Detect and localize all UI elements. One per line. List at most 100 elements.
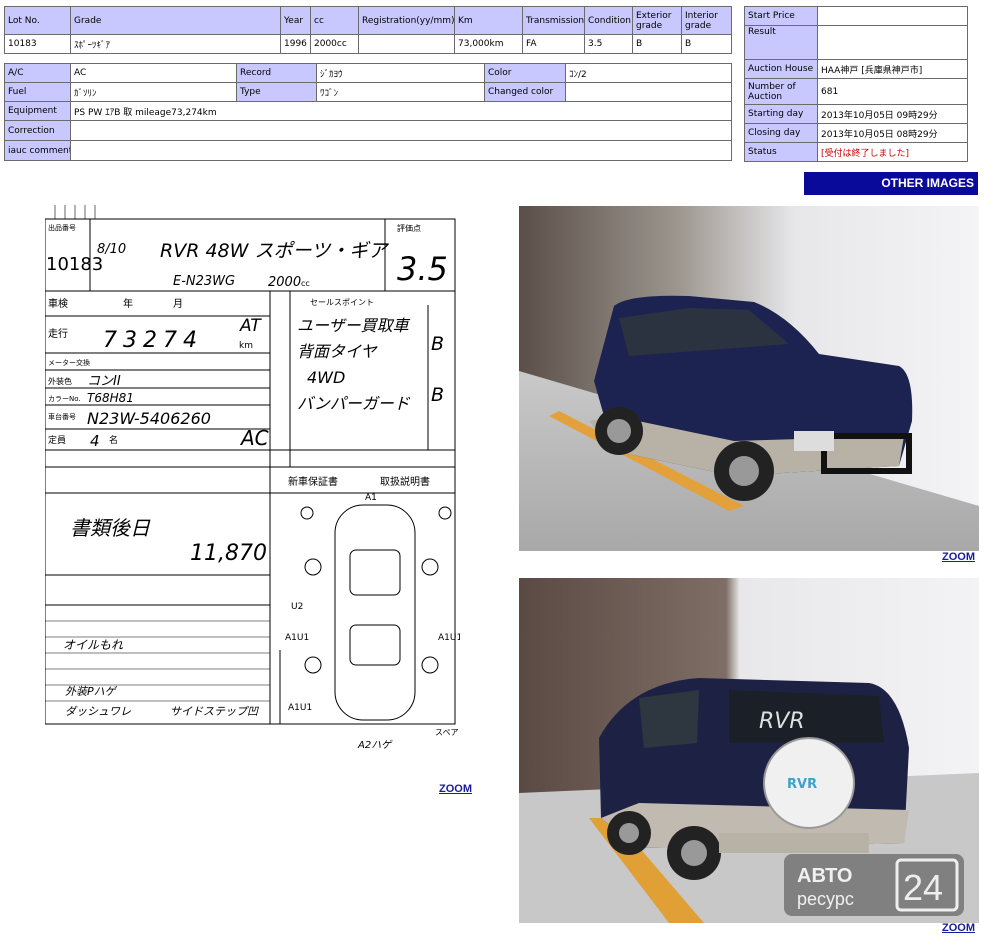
km-header: Km — [454, 6, 523, 35]
type-value: ﾜｺﾞﾝ — [316, 82, 485, 102]
result-label: Result — [744, 25, 818, 60]
sheet-cc: 2000 — [268, 275, 301, 290]
zoom-rear-photo-link[interactable]: ZOOM — [942, 922, 975, 934]
fuel-label: Fuel — [4, 82, 71, 102]
sheet-color-no: T68H81 — [87, 391, 134, 405]
sheet-remark-4: サイドステップ凹 — [170, 705, 259, 718]
km-value: 73,000km — [454, 34, 523, 54]
watermark-number: 24 — [903, 867, 943, 908]
fuel-value: ｶﾞｿﾘﾝ — [70, 82, 237, 102]
exterior-grade-header: Exterior grade — [632, 6, 682, 35]
record-value: ｼﾞｶﾖｳ — [316, 63, 485, 83]
diagram-mark-6: A2ハゲ — [357, 739, 393, 751]
changed-color-value — [565, 82, 732, 102]
iauc-comment-value — [70, 140, 732, 161]
year-value: 1996 — [280, 34, 311, 54]
watermark-text-top: АВТО — [797, 865, 852, 887]
color-value: ｺﾝ/2 — [565, 63, 732, 83]
transmission-value: FA — [522, 34, 585, 54]
start-price-value — [817, 6, 968, 26]
lot-no-header: Lot No. — [4, 6, 71, 35]
equipment-value: PS PW ｴｱB 取 mileage73,274km — [70, 101, 732, 121]
sheet-note: 書類後日 — [70, 516, 151, 540]
sheet-meter-label: メーター交換 — [48, 358, 90, 367]
sheet-mileage-label: 走行 — [48, 327, 68, 340]
closing-day-label: Closing day — [744, 123, 818, 143]
sheet-lot-label: 出品番号 — [48, 223, 76, 232]
sheet-year-label: 年 — [123, 297, 133, 310]
zoom-sheet-link[interactable]: ZOOM — [439, 783, 472, 795]
transmission-header: Transmission — [522, 6, 585, 35]
spare-cover-logo: RVR — [787, 777, 817, 792]
sheet-date: 8/10 — [97, 242, 126, 257]
diagram-spare: スペア — [435, 728, 458, 737]
sheet-point-1: ユーザー買取車 — [297, 316, 411, 335]
watermark-text-bottom: ресурс — [797, 889, 854, 909]
registration-value — [358, 34, 455, 54]
starting-day-label: Starting day — [744, 104, 818, 124]
changed-color-label: Changed color — [484, 82, 566, 102]
sheet-sales-point-label: セールスポイント — [310, 298, 374, 307]
sheet-capacity: 4 — [90, 432, 100, 450]
diagram-mark-5: A1U1 — [288, 703, 312, 713]
sheet-remark-1: オイルもれ — [63, 638, 124, 652]
sheet-exterior-color: コンII — [87, 374, 121, 389]
other-images-button[interactable]: OTHER IMAGES — [804, 172, 978, 195]
lot-no-value: 10183 — [4, 34, 71, 54]
number-of-auction-value: 681 — [817, 78, 968, 105]
sheet-capacity-label: 定員 — [48, 434, 66, 446]
correction-value — [70, 120, 732, 141]
sheet-grade-exterior: B — [431, 333, 444, 355]
sheet-frame-label: 車台番号 — [48, 412, 76, 421]
sheet-model-code: E-N23WG — [173, 274, 235, 289]
status-label: Status — [744, 142, 818, 162]
sheet-shaken-label: 車検 — [48, 297, 68, 310]
year-header: Year — [280, 6, 311, 35]
auction-info-table: Start Price Result Auction House HAA神戸 [… — [744, 6, 968, 162]
sheet-recycle-fee: 11,870 — [190, 541, 267, 566]
auction-sheet-image[interactable]: 出品番号 10183 8/10 RVR 48W スポーツ・ギア E-N23WG … — [45, 205, 460, 783]
condition-header: Condition — [584, 6, 633, 35]
sheet-grade-interior: B — [431, 384, 444, 406]
sheet-lot-number: 10183 — [46, 254, 103, 275]
sheet-point-2: 背面タイヤ — [297, 342, 379, 361]
interior-grade-header: Interior grade — [681, 6, 732, 35]
diagram-mark-2: U2 — [291, 602, 303, 612]
starting-day-value: 2013年10月05日 09時29分 — [817, 104, 968, 124]
sheet-score: 3.5 — [397, 250, 448, 288]
cc-value: 2000cc — [310, 34, 359, 54]
ac-value: AC — [70, 63, 237, 83]
condition-value: 3.5 — [584, 34, 633, 54]
sheet-cc-unit: cc — [301, 279, 310, 288]
cc-header: cc — [310, 6, 359, 35]
sheet-warranty: 新車保証書 — [288, 475, 338, 488]
sheet-score-label: 評価点 — [397, 223, 421, 233]
type-label: Type — [236, 82, 317, 102]
sheet-ac: AC — [239, 426, 269, 450]
sheet-manual: 取扱説明書 — [380, 475, 430, 488]
car-photo-rear[interactable]: RVR RVR АВТО ресурс 24 — [519, 578, 979, 923]
rear-window-decal: RVR — [759, 709, 805, 734]
sheet-remark-3: ダッシュワレ — [65, 705, 131, 718]
sheet-remark-2: 外装Pハゲ — [65, 685, 118, 698]
car-photo-front[interactable] — [519, 206, 979, 551]
diagram-mark-4: A1U1 — [438, 633, 460, 643]
sheet-exterior-label: 外装色 — [48, 376, 72, 386]
closing-day-value: 2013年10月05日 08時29分 — [817, 123, 968, 143]
sheet-point-4: バンパーガード — [297, 394, 411, 413]
sheet-frame-number: N23W-5406260 — [87, 409, 211, 428]
sheet-mileage: 73274 — [103, 328, 203, 353]
equipment-label: Equipment — [4, 101, 71, 121]
auction-house-label: Auction House — [744, 59, 818, 79]
color-label: Color — [484, 63, 566, 83]
zoom-front-photo-link[interactable]: ZOOM — [942, 551, 975, 563]
sheet-point-3: 4WD — [307, 368, 345, 387]
record-label: Record — [236, 63, 317, 83]
vehicle-detail-table: A/C AC Record ｼﾞｶﾖｳ Color ｺﾝ/2 Fuel ｶﾞｿﾘ… — [4, 63, 732, 161]
interior-grade-value: B — [681, 34, 732, 54]
correction-label: Correction — [4, 120, 71, 141]
grade-value: ｽﾎﾟｰﾂｷﾞｱ — [70, 34, 281, 54]
diagram-mark-1: A1 — [365, 493, 377, 503]
status-value: [受付は終了しました] — [817, 142, 968, 162]
ac-label: A/C — [4, 63, 71, 83]
